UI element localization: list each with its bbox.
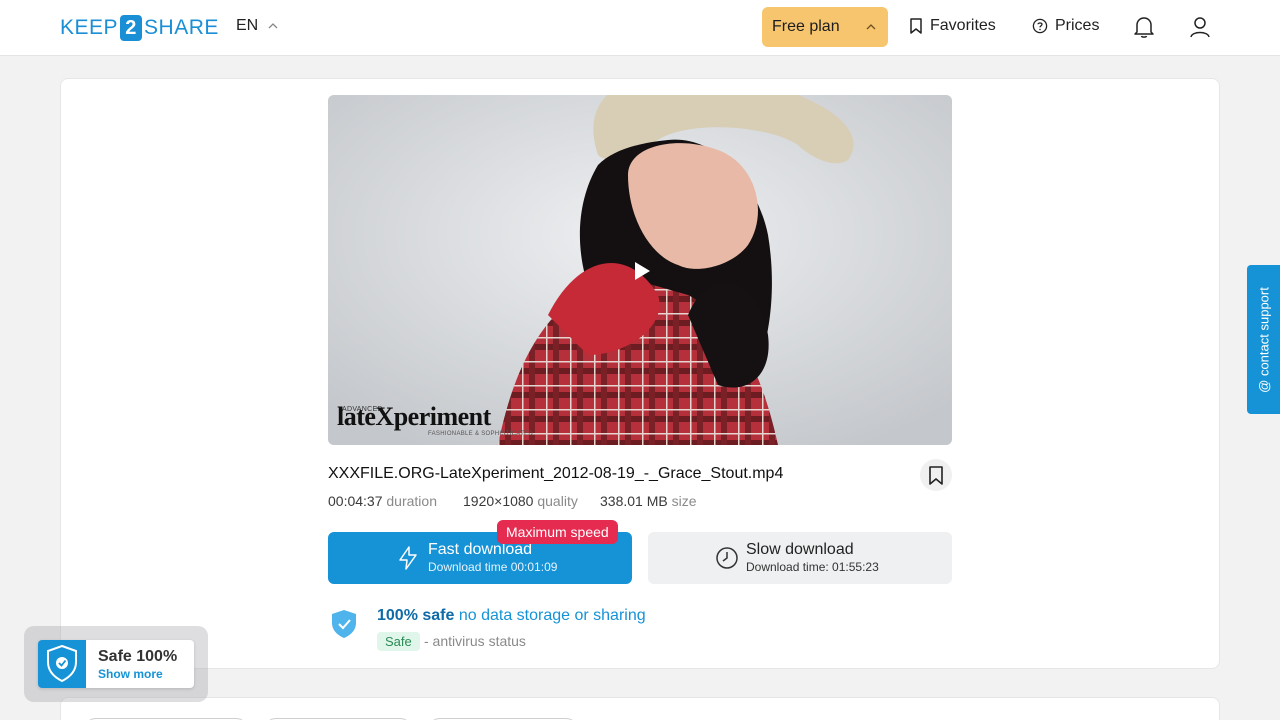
slow-download-time: Download time: 01:55:23: [746, 560, 879, 574]
safe-widget[interactable]: Safe 100% Show more: [38, 640, 194, 688]
keep2share-logo[interactable]: KEEP 2 SHARE: [60, 14, 219, 42]
logo-two: 2: [120, 15, 143, 41]
lightning-icon: [399, 546, 417, 570]
safety-statement: 100% safe no data storage or sharing: [377, 607, 646, 625]
safe-widget-link[interactable]: Show more: [98, 667, 163, 681]
duration-label: duration: [386, 493, 437, 509]
chevron-up-icon: [866, 24, 876, 30]
top-header: KEEP 2 SHARE EN Free plan Favorites Prices: [0, 0, 1280, 56]
slow-download-button[interactable]: Slow download Download time: 01:55:23: [648, 532, 952, 584]
duration-meta: 00:04:37 duration: [328, 493, 437, 509]
contact-support-tab[interactable]: @ contact support: [1247, 265, 1280, 414]
watermark-tagline: FASHIONABLE & SOPHISTICATED: [428, 431, 534, 437]
contact-support-label: @ contact support: [1256, 286, 1271, 393]
size-meta: 338.01 MB size: [600, 493, 697, 509]
antivirus-safe-tag: Safe: [377, 632, 420, 651]
favorites-label: Favorites: [930, 17, 996, 34]
quality-value: 1920×1080: [463, 493, 534, 509]
chevron-up-icon: [268, 23, 278, 29]
play-icon[interactable]: [633, 261, 651, 281]
bell-icon[interactable]: [1133, 15, 1155, 39]
safety-text: no data storage or sharing: [458, 607, 646, 624]
shield-check-icon: [47, 645, 77, 683]
clock-icon: [716, 547, 738, 569]
safe-widget-title: Safe 100%: [98, 648, 178, 665]
slow-download-title: Slow download: [746, 541, 854, 558]
quality-label: quality: [537, 493, 578, 509]
add-to-favorites-button[interactable]: [920, 459, 952, 491]
user-icon[interactable]: [1189, 15, 1211, 39]
prices-label: Prices: [1055, 17, 1100, 34]
favorites-link[interactable]: Favorites: [909, 17, 996, 35]
secondary-card: [60, 697, 1220, 720]
language-selector[interactable]: EN: [236, 17, 278, 35]
safe-widget-icon-box: [38, 640, 86, 688]
quality-meta: 1920×1080 quality: [463, 493, 578, 509]
size-label: size: [671, 493, 697, 509]
size-value: 338.01 MB: [600, 493, 668, 509]
duration-value: 00:04:37: [328, 493, 383, 509]
shield-check-icon: [332, 610, 356, 638]
bookmark-icon: [910, 18, 922, 34]
language-label: EN: [236, 17, 259, 34]
safety-bold: 100% safe: [377, 607, 455, 624]
help-circle-icon: [1032, 18, 1048, 34]
plan-label: Free plan: [772, 18, 840, 35]
free-plan-button[interactable]: Free plan: [762, 7, 888, 47]
antivirus-status-label: - antivirus status: [424, 633, 526, 649]
file-name: XXXFILE.ORG-LateXperiment_2012-08-19_-_G…: [328, 465, 784, 482]
logo-keep: KEEP: [60, 16, 119, 39]
prices-link[interactable]: Prices: [1032, 17, 1099, 35]
watermark-logo: lateXperiment: [337, 402, 491, 431]
logo-share: SHARE: [144, 16, 219, 39]
bookmark-icon: [929, 465, 943, 485]
maximum-speed-badge: Maximum speed: [497, 520, 618, 544]
fast-download-time: Download time 00:01:09: [428, 560, 558, 574]
